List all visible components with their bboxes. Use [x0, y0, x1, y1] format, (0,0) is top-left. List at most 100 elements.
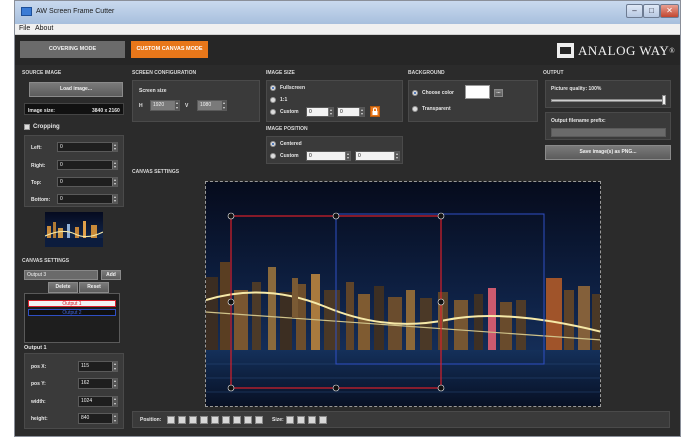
brand-name: ANALOG WAY [578, 42, 670, 58]
background-color-swatch[interactable] [465, 85, 490, 99]
image-position-centered-radio[interactable] [270, 141, 276, 147]
pos-y-stepper[interactable] [112, 379, 117, 388]
width-stepper[interactable] [112, 397, 117, 406]
image-position-custom-label: Custom [280, 153, 299, 159]
crop-bottom-label: Bottom: [31, 197, 51, 203]
tab-covering-mode[interactable]: COVERING MODE [20, 41, 125, 58]
reset-output-button[interactable]: Reset [79, 282, 109, 293]
fit-height-icon[interactable] [297, 416, 305, 424]
close-button[interactable]: ✕ [660, 4, 679, 18]
image-position-centered-label: Centered [280, 141, 302, 147]
save-png-button[interactable]: Save image(s) as PNG... [545, 145, 671, 160]
image-size-1to1-label: 1:1 [280, 97, 288, 103]
align-bottom-center-icon[interactable] [244, 416, 252, 424]
canvas-preview[interactable] [205, 181, 601, 407]
filename-prefix-input[interactable] [551, 128, 666, 137]
image-size-custom-label: Custom [280, 109, 299, 115]
screen-v-stepper[interactable] [221, 101, 226, 110]
source-image-thumbnail [45, 212, 103, 247]
canvas-toolbar: Position: Size: [132, 411, 670, 428]
window-title: AW Screen Frame Cutter [36, 8, 115, 15]
height-stepper[interactable] [112, 414, 117, 423]
image-size-label: Image size: [28, 108, 55, 114]
aspect-lock-icon[interactable] [370, 106, 380, 117]
fit-both-icon[interactable] [308, 416, 316, 424]
crop-right-stepper[interactable] [112, 161, 117, 169]
color-picker-button[interactable]: ... [494, 89, 503, 97]
app-window: AW Screen Frame Cutter – □ ✕ File About … [14, 0, 681, 437]
pos-x-stepper[interactable] [112, 362, 117, 371]
tab-custom-canvas-mode[interactable]: CUSTOM CANVAS MODE [131, 41, 208, 58]
maximize-button[interactable]: □ [643, 4, 660, 18]
source-thumbnail-graphic [45, 212, 103, 247]
canvas-output-name-input[interactable]: Output 3 [24, 270, 98, 280]
menu-bar: File About [15, 24, 680, 35]
image-size-custom-width[interactable]: 0 [306, 107, 334, 117]
screen-h-input[interactable]: 1920 [150, 100, 180, 111]
pos-x-input[interactable]: 115 [78, 361, 118, 372]
crop-left-input[interactable]: 0 [57, 142, 118, 152]
crop-left-stepper[interactable] [112, 143, 117, 151]
source-image-heading: SOURCE IMAGE [22, 70, 62, 76]
align-bottom-right-icon[interactable] [255, 416, 263, 424]
crop-top-stepper[interactable] [112, 178, 117, 186]
height-input[interactable]: 840 [78, 413, 118, 424]
image-size-heading: IMAGE SIZE [266, 70, 295, 76]
image-size-custom-height[interactable]: 0 [337, 107, 365, 117]
screen-configuration-heading: SCREEN CONFIGURATION [132, 70, 197, 76]
image-size-fullscreen-radio[interactable] [270, 85, 276, 91]
image-size-height-stepper[interactable] [359, 108, 364, 116]
delete-output-button[interactable]: Delete [48, 282, 78, 293]
screen-v-label: V [185, 103, 189, 109]
image-size-1to1-radio[interactable] [270, 97, 276, 103]
menu-about[interactable]: About [35, 25, 53, 32]
crop-right-label: Right: [31, 163, 46, 169]
align-middle-left-icon[interactable] [200, 416, 208, 424]
crop-bottom-input[interactable]: 0 [57, 194, 118, 204]
image-position-custom-radio[interactable] [270, 153, 276, 159]
screen-v-input[interactable]: 1080 [197, 100, 227, 111]
image-position-x-stepper[interactable] [345, 152, 350, 160]
crop-top-input[interactable]: 0 [57, 177, 118, 187]
width-input[interactable]: 1024 [78, 396, 118, 407]
image-size-custom-radio[interactable] [270, 109, 276, 115]
picture-quality-slider[interactable] [662, 95, 666, 105]
mode-tab-bar: COVERING MODE CUSTOM CANVAS MODE ANALOG … [15, 35, 680, 65]
align-center-icon[interactable] [211, 416, 219, 424]
image-position-x-input[interactable]: 0 [306, 151, 351, 161]
picture-quality-label: Picture quality: 100% [551, 86, 602, 92]
fit-width-icon[interactable] [286, 416, 294, 424]
image-size-width-stepper[interactable] [328, 108, 333, 116]
add-output-button[interactable]: Add [101, 270, 121, 280]
fill-icon[interactable] [319, 416, 327, 424]
output-list-item-2[interactable]: Output 2 [28, 309, 116, 316]
screen-h-stepper[interactable] [174, 101, 179, 110]
background-color-label: Choose color [422, 90, 454, 96]
image-position-y-input[interactable]: 0 [355, 151, 400, 161]
screen-config-panel: Screen size H 1920 V 1080 [132, 80, 260, 122]
output-list: Output 1 Output 2 [24, 293, 120, 343]
menu-file[interactable]: File [19, 25, 30, 32]
crop-right-input[interactable]: 0 [57, 160, 118, 170]
align-top-right-icon[interactable] [189, 416, 197, 424]
brand-mark: ® [669, 46, 676, 55]
crop-bottom-stepper[interactable] [112, 195, 117, 203]
align-bottom-left-icon[interactable] [233, 416, 241, 424]
picture-quality-panel: Picture quality: 100% [545, 80, 671, 108]
align-top-left-icon[interactable] [167, 416, 175, 424]
size-tools-label: Size: [272, 417, 284, 423]
minimize-button[interactable]: – [626, 4, 643, 18]
image-position-y-stepper[interactable] [394, 152, 399, 160]
load-image-button[interactable]: Load image... [29, 82, 123, 97]
canvas-area-heading: CANVAS SETTINGS [132, 169, 180, 175]
background-heading: BACKGROUND [408, 70, 445, 76]
pos-y-input[interactable]: 162 [78, 378, 118, 389]
background-color-radio[interactable] [412, 90, 418, 96]
cropping-checkbox[interactable] [24, 124, 30, 130]
background-transparent-radio[interactable] [412, 106, 418, 112]
align-top-center-icon[interactable] [178, 416, 186, 424]
app-icon [21, 7, 32, 16]
align-middle-right-icon[interactable] [222, 416, 230, 424]
image-position-panel: Centered Custom 0 0 [266, 136, 403, 164]
output-list-item-1[interactable]: Output 1 [28, 300, 116, 307]
